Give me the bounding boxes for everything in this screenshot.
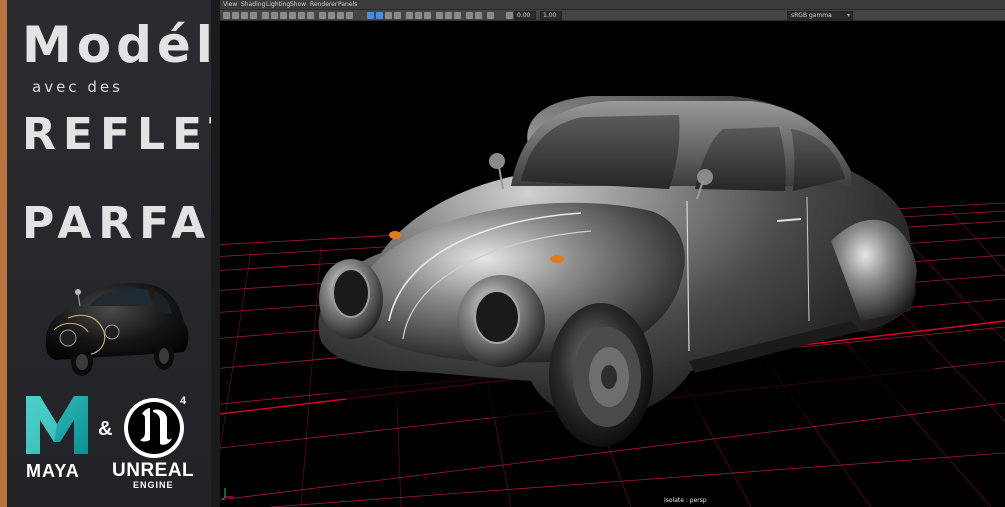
safe-action-icon[interactable] xyxy=(307,12,314,19)
resolution-gate-icon[interactable] xyxy=(280,12,287,19)
screen-space-ao-icon[interactable] xyxy=(394,12,401,19)
accent-strip xyxy=(0,0,7,507)
backface-culling-icon[interactable] xyxy=(466,12,473,19)
menu-lighting[interactable]: Lighting xyxy=(266,1,290,8)
field-chart-icon[interactable] xyxy=(298,12,305,19)
isolate-select-icon[interactable] xyxy=(436,12,443,19)
color-space-value: sRGB gamma xyxy=(791,12,832,19)
headlight-right xyxy=(474,290,520,344)
gate-mask-icon[interactable] xyxy=(289,12,296,19)
select-camera-icon[interactable] xyxy=(223,12,230,19)
mirror-right xyxy=(697,169,713,185)
gamma-icon[interactable] xyxy=(506,12,513,19)
beetle-thumbnail-image xyxy=(45,282,189,376)
turn-signal-left xyxy=(389,231,401,239)
exposure-field[interactable]: 0.00 xyxy=(514,11,536,20)
headlight-left xyxy=(332,268,370,318)
motion-blur-icon[interactable] xyxy=(406,12,413,19)
view-axis-icon xyxy=(222,488,234,500)
maya-logo-icon xyxy=(26,396,88,454)
viewport-frame xyxy=(211,0,220,507)
use-all-lights-icon[interactable] xyxy=(376,12,383,19)
bookmark-icon[interactable] xyxy=(241,12,248,19)
panel-menu-bar: View Shading Lighting Show Renderer Pane… xyxy=(220,0,1005,10)
unreal-engine-sublabel: ENGINE xyxy=(133,480,174,490)
mirror-left xyxy=(489,153,505,169)
camera-attributes-icon[interactable] xyxy=(232,12,239,19)
title-avec-des: avec des xyxy=(32,78,123,96)
default-material-icon[interactable] xyxy=(337,12,344,19)
exposure-icon[interactable] xyxy=(487,12,494,19)
shadows-icon[interactable] xyxy=(385,12,392,19)
smooth-shade-icon[interactable] xyxy=(328,12,335,19)
turn-signal-right xyxy=(550,255,564,263)
anti-aliasing-icon[interactable] xyxy=(415,12,422,19)
chevron-down-icon: ▾ xyxy=(846,12,850,19)
depth-of-field-icon[interactable] xyxy=(424,12,431,19)
color-space-select[interactable]: sRGB gamma ▾ xyxy=(787,11,853,20)
unreal-engine-logo-icon: 4 xyxy=(124,395,187,458)
menu-view[interactable]: View xyxy=(223,1,237,8)
menu-panels[interactable]: Panels xyxy=(338,1,357,8)
image-plane-icon[interactable] xyxy=(250,12,257,19)
ue-version-badge: 4 xyxy=(180,395,187,407)
xray-icon[interactable] xyxy=(445,12,452,19)
camera-hud-label: Isolate : persp xyxy=(664,497,707,504)
ampersand: & xyxy=(98,418,113,440)
menu-shading[interactable]: Shading xyxy=(241,1,265,8)
film-gate-icon[interactable] xyxy=(271,12,278,19)
wireframe-icon[interactable] xyxy=(319,12,326,19)
gamma-field[interactable]: 1.00 xyxy=(540,11,562,20)
wireframe-on-shaded-icon[interactable] xyxy=(346,12,353,19)
xray-joints-icon[interactable] xyxy=(454,12,461,19)
maya-label: MAYA xyxy=(26,461,80,481)
menu-renderer[interactable]: Renderer xyxy=(310,1,337,8)
unreal-label: UNREAL xyxy=(112,460,195,481)
color-management-icon[interactable] xyxy=(475,12,482,19)
panel-toolbar: 0.00 1.00 sRGB gamma ▾ xyxy=(220,10,1005,21)
viewport-scene[interactable] xyxy=(211,21,1005,507)
menu-show[interactable]: Show xyxy=(290,1,306,8)
grid-icon[interactable] xyxy=(262,12,269,19)
textured-icon[interactable] xyxy=(367,12,374,19)
